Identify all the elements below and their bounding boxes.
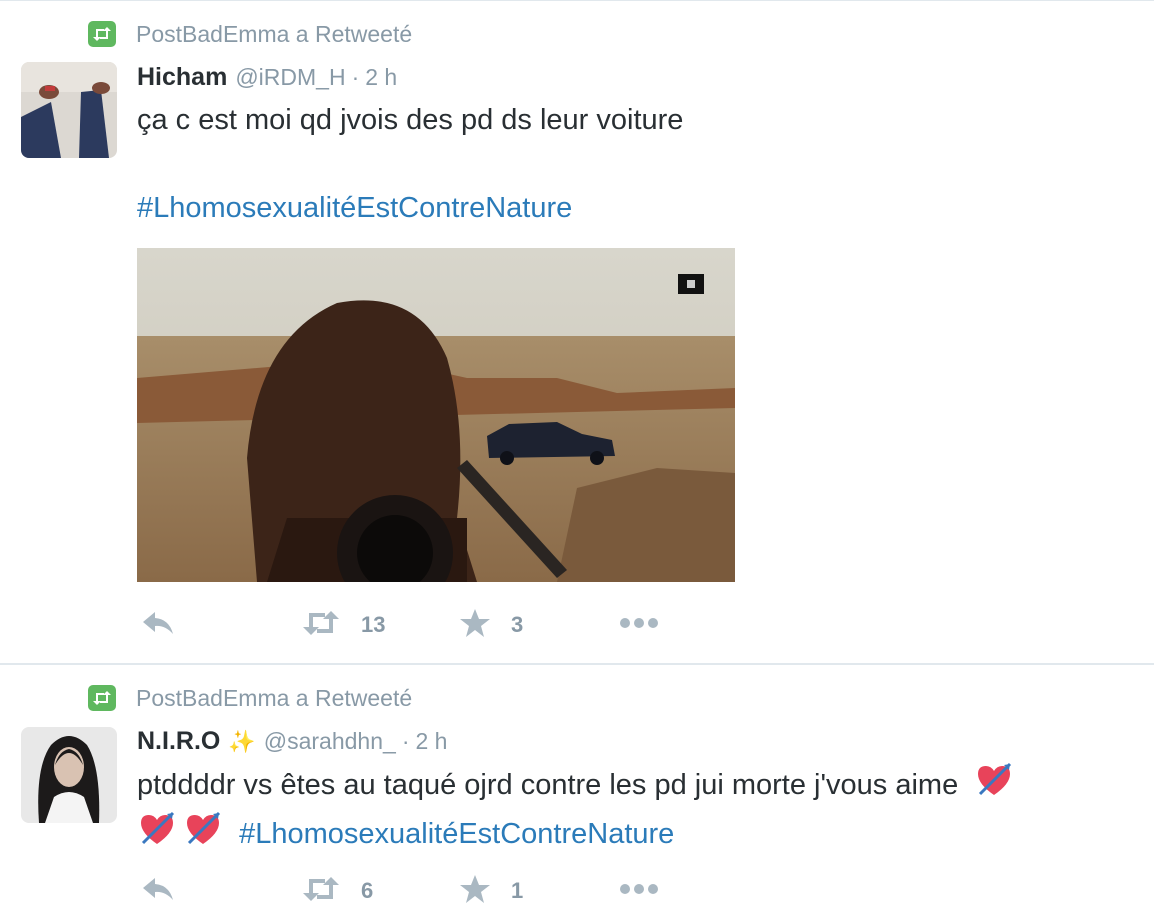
heart-arrow-icon [183, 811, 223, 860]
tweet-header: Hicham @iRDM_H · 2 h [137, 63, 397, 92]
heart-arrow-icon [974, 762, 1014, 811]
reply-icon [141, 876, 175, 907]
avatar[interactable] [21, 62, 117, 158]
avatar[interactable] [21, 727, 117, 823]
favorite-count: 1 [511, 878, 524, 903]
more-icon [619, 616, 659, 634]
star-icon [459, 874, 491, 909]
retweet-button[interactable]: 13 [301, 610, 385, 640]
more-button[interactable] [619, 610, 659, 640]
tweet-actions: 13 3 [137, 608, 737, 643]
hashtag-link[interactable]: #LhomosexualitéEstContreNature [239, 818, 674, 850]
author-handle[interactable]: @iRDM_H [235, 64, 345, 91]
tweet-header: N.I.R.O ✨ @sarahdhn_ · 2 h [137, 727, 447, 756]
retweet-context[interactable]: PostBadEmma a Retweeté [88, 683, 412, 713]
author-handle[interactable]: @sarahdhn_ [264, 728, 396, 755]
tweet-text: ça c est moi qd jvois des pd ds leur voi… [137, 98, 683, 230]
tweet-media-photo[interactable] [137, 248, 735, 582]
tweet-actions: 6 1 [137, 874, 737, 909]
retweet-count: 13 [361, 612, 386, 637]
favorite-button[interactable]: 1 [459, 874, 524, 909]
tweet[interactable]: PostBadEmma a Retweeté Hicham @iRDM_H · … [0, 0, 1154, 664]
tweet-text-line: ça c est moi qd jvois des pd ds leur voi… [137, 104, 684, 136]
retweet-button[interactable]: 6 [301, 876, 373, 906]
favorite-count: 3 [511, 612, 524, 637]
retweet-count: 6 [361, 878, 374, 903]
separator-dot: · [351, 64, 360, 90]
retweet-context[interactable]: PostBadEmma a Retweeté [88, 19, 412, 49]
timestamp[interactable]: 2 h [365, 64, 397, 91]
heart-arrow-icon [137, 811, 177, 860]
sparkles-icon: ✨ [228, 729, 256, 754]
separator-dot: · [401, 728, 410, 754]
retweet-icon [88, 21, 116, 47]
retweet-icon [301, 609, 341, 642]
tweet[interactable]: PostBadEmma a Retweeté N.I.R.O ✨ @sarahd… [0, 664, 1154, 922]
retweet-context-label[interactable]: PostBadEmma a Retweeté [136, 21, 412, 48]
reply-button[interactable] [141, 610, 175, 640]
author-name[interactable]: N.I.R.O [137, 727, 220, 756]
timestamp[interactable]: 2 h [415, 728, 447, 755]
tweet-text-line: ptddddr vs êtes au taqué ojrd contre les… [137, 769, 959, 802]
reply-icon [141, 610, 175, 641]
hashtag-link[interactable]: #LhomosexualitéEstContreNature [137, 186, 683, 230]
retweet-context-label[interactable]: PostBadEmma a Retweeté [136, 685, 412, 712]
tweet-text: ptddddr vs êtes au taqué ojrd contre les… [137, 762, 1137, 860]
favorite-button[interactable]: 3 [459, 608, 524, 643]
reply-button[interactable] [141, 876, 175, 906]
author-name[interactable]: Hicham [137, 63, 227, 92]
more-button[interactable] [619, 876, 659, 906]
more-icon [619, 882, 659, 900]
retweet-icon [88, 685, 116, 711]
retweet-icon [301, 875, 341, 908]
star-icon [459, 608, 491, 643]
